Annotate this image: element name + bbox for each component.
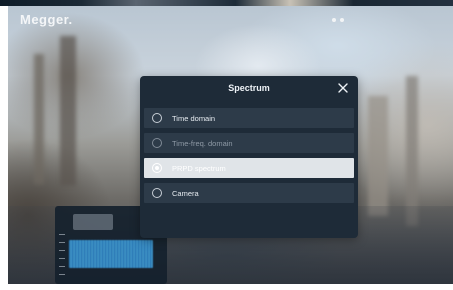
radio-button[interactable] [152,138,162,148]
option-label: PRPD spectrum [172,164,226,173]
dialog-title: Spectrum [228,83,270,93]
background-photo [34,54,44,184]
page-indicator [332,18,344,22]
preview-label-chip [73,214,113,230]
radio-button[interactable] [152,188,162,198]
background-photo [406,76,418,226]
spectrum-dialog: Spectrum Time domain Time-freq. domain P… [140,76,358,238]
background-photo [60,36,76,186]
dialog-header: Spectrum [140,76,358,102]
option-prpd-spectrum[interactable]: PRPD spectrum [144,158,354,178]
radio-button[interactable] [152,113,162,123]
background-photo [368,96,388,216]
preview-axis [59,234,65,278]
bottom-strip [0,284,453,290]
close-button[interactable] [336,81,350,95]
radio-button-selected[interactable] [152,163,162,173]
option-time-domain[interactable]: Time domain [144,108,354,128]
page-dot [340,18,344,22]
option-label: Time-freq. domain [172,139,233,148]
app-screen: Megger. Spectrum Time domain Time-freq. … [8,6,453,284]
close-icon [338,83,348,93]
signal-waveform [69,240,153,268]
option-time-freq-domain[interactable]: Time-freq. domain [144,133,354,153]
spectrum-options: Time domain Time-freq. domain PRPD spect… [144,108,354,208]
option-label: Time domain [172,114,216,123]
option-camera[interactable]: Camera [144,183,354,203]
page-dot [332,18,336,22]
brand-logo: Megger. [20,12,73,27]
radio-selected-dot [155,166,159,170]
option-label: Camera [172,189,199,198]
